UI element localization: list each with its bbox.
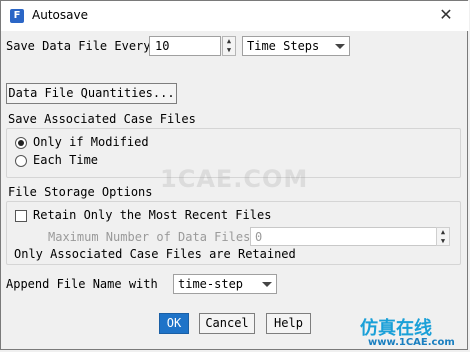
append-dropdown[interactable]: time-step [173,274,277,294]
save-every-value: 10 [155,39,170,53]
spin-down-icon[interactable]: ▼ [437,237,449,246]
max-files-value: 0 [255,230,263,244]
max-files-field[interactable]: 0 [250,227,437,246]
storage-heading: File Storage Options [8,185,153,199]
radio-only-if-modified[interactable] [15,137,27,149]
chevron-down-icon [335,44,345,49]
save-every-unit-value: Time Steps [247,39,320,53]
brand-url: www.1CAE.com [368,337,455,348]
radio-each-time[interactable] [15,155,27,167]
save-every-spinner[interactable]: ▲ ▼ [222,36,236,56]
close-icon[interactable]: ✕ [430,5,462,27]
retain-checkbox[interactable] [15,210,27,222]
save-every-field[interactable]: 10 [149,36,221,56]
window-title: Autosave [32,8,88,22]
spin-down-icon[interactable]: ▼ [223,46,235,55]
chevron-down-icon [262,282,272,287]
help-button[interactable]: Help [266,313,311,334]
max-files-spinner[interactable]: ▲ ▼ [436,227,450,246]
ok-button[interactable]: OK [159,313,189,334]
storage-note: Only Associated Case Files are Retained [14,247,296,261]
append-label: Append File Name with [6,277,158,291]
app-icon: F [10,9,24,23]
watermark-text: 1CAE.COM [160,165,309,193]
cancel-button[interactable]: Cancel [199,313,255,334]
save-every-label: Save Data File Every [6,39,151,53]
spin-up-icon[interactable]: ▲ [437,228,449,237]
append-value: time-step [178,277,244,291]
retain-label[interactable]: Retain Only the Most Recent Files [33,208,271,222]
data-file-quantities-button[interactable]: Data File Quantities... [6,83,177,104]
each-time-label[interactable]: Each Time [33,153,98,167]
spin-up-icon[interactable]: ▲ [223,37,235,46]
case-files-heading: Save Associated Case Files [8,112,196,126]
max-files-label: Maximum Number of Data Files [48,230,251,244]
save-every-unit-dropdown[interactable]: Time Steps [242,36,350,56]
only-if-modified-label[interactable]: Only if Modified [33,135,149,149]
title-bar: F Autosave ✕ [1,1,469,31]
